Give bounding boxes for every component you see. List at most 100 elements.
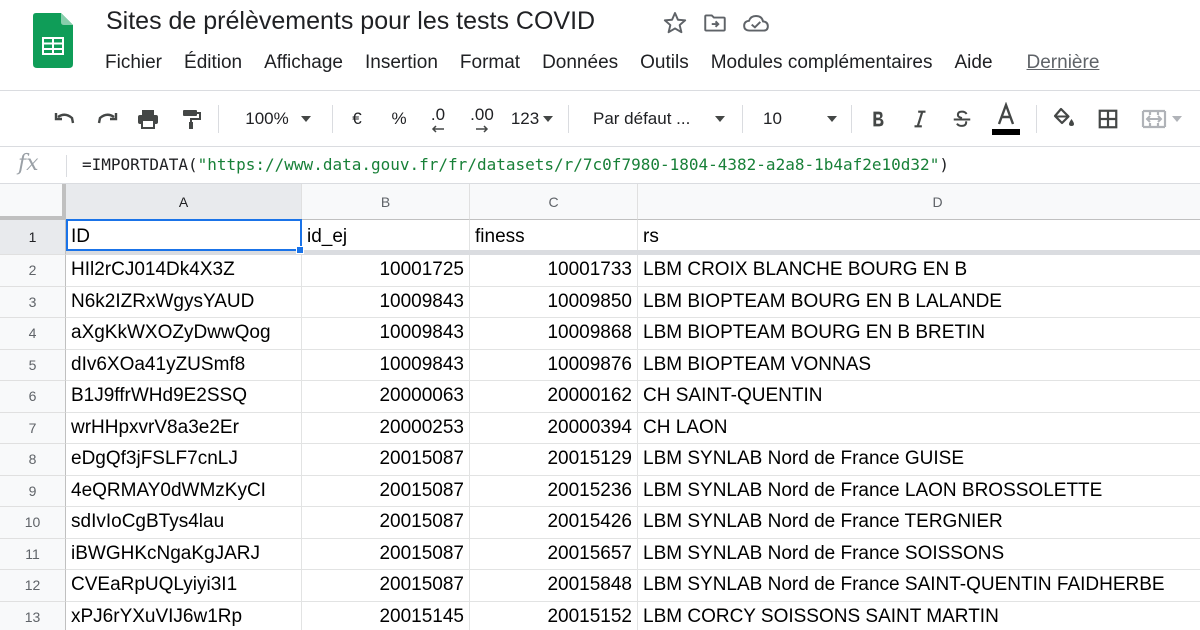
borders-button[interactable] bbox=[1092, 91, 1124, 147]
cell-a3[interactable]: N6k2IZRxWgysYAUD bbox=[66, 286, 302, 318]
cell-c4[interactable]: 10009868 bbox=[470, 318, 638, 350]
cell-a8[interactable]: eDgQf3jFSLF7cnLJ bbox=[66, 444, 302, 476]
cell-b9[interactable]: 20015087 bbox=[302, 475, 470, 507]
row-header-9[interactable]: 9 bbox=[0, 475, 66, 507]
row-header-5[interactable]: 5 bbox=[0, 349, 66, 381]
cell-a10[interactable]: sdIvIoCgBTys4lau bbox=[66, 507, 302, 539]
cell-b6[interactable]: 20000063 bbox=[302, 381, 470, 413]
column-header-d[interactable]: D bbox=[638, 184, 1200, 220]
row-header-13[interactable]: 13 bbox=[0, 601, 66, 630]
cell-c13[interactable]: 20015152 bbox=[470, 601, 638, 630]
decrease-decimals-button[interactable]: .0 bbox=[423, 91, 453, 147]
column-header-c[interactable]: C bbox=[470, 184, 638, 220]
menu-aide[interactable]: Aide bbox=[954, 52, 992, 74]
spreadsheet-grid[interactable]: A B C D 1 ID id_ej finess rs 2 HIl2rCJ014Dk4X3Z 100… bbox=[0, 184, 1200, 630]
star-icon[interactable] bbox=[662, 10, 688, 36]
menu-outils[interactable]: Outils bbox=[640, 52, 689, 74]
cell-d12[interactable]: LBM SYNLAB Nord de France SAINT-QUENTIN … bbox=[638, 570, 1200, 602]
last-edit-link[interactable]: Dernière bbox=[1027, 52, 1100, 74]
cell-d13[interactable]: LBM CORCY SOISSONS SAINT MARTIN bbox=[638, 602, 1200, 630]
cell-a6[interactable]: B1J9ffrWHd9E2SSQ bbox=[66, 381, 302, 413]
document-title[interactable]: Sites de prélèvements pour les tests COV… bbox=[106, 7, 595, 36]
currency-format-button[interactable]: € bbox=[342, 91, 372, 147]
cell-a5[interactable]: dIv6XOa41yZUSmf8 bbox=[66, 349, 302, 381]
cell-d3[interactable]: LBM BIOPTEAM BOURG EN B LALANDE bbox=[638, 287, 1200, 318]
row-header-4[interactable]: 4 bbox=[0, 318, 66, 350]
cell-b7[interactable]: 20000253 bbox=[302, 412, 470, 444]
more-formats-select[interactable]: 123 bbox=[506, 91, 558, 147]
menu-edition[interactable]: Édition bbox=[184, 52, 242, 74]
cell-b3[interactable]: 10009843 bbox=[302, 286, 470, 318]
menu-fichier[interactable]: Fichier bbox=[105, 52, 162, 74]
row-header-3[interactable]: 3 bbox=[0, 286, 66, 318]
column-header-b[interactable]: B bbox=[302, 184, 470, 220]
cell-a11[interactable]: iBWGHKcNgaKgJARJ bbox=[66, 538, 302, 570]
cell-c8[interactable]: 20015129 bbox=[470, 444, 638, 476]
cell-d9[interactable]: LBM SYNLAB Nord de France LAON BROSSOLET… bbox=[638, 476, 1200, 507]
print-button[interactable] bbox=[131, 91, 165, 147]
row-header-6[interactable]: 6 bbox=[0, 381, 66, 413]
cell-b12[interactable]: 20015087 bbox=[302, 570, 470, 602]
cell-d11[interactable]: LBM SYNLAB Nord de France SOISSONS bbox=[638, 539, 1200, 570]
cell-d8[interactable]: LBM SYNLAB Nord de France GUISE bbox=[638, 444, 1200, 476]
menu-modules[interactable]: Modules complémentaires bbox=[711, 52, 933, 74]
row-header-8[interactable]: 8 bbox=[0, 444, 66, 476]
cell-a7[interactable]: wrHHpxvrV8a3e2Er bbox=[66, 412, 302, 444]
cell-c11[interactable]: 20015657 bbox=[470, 538, 638, 570]
increase-decimals-button[interactable]: .00 bbox=[464, 91, 500, 147]
frozen-row-divider[interactable] bbox=[66, 250, 1200, 255]
cell-a4[interactable]: aXgKkWXOZyDwwQog bbox=[66, 318, 302, 350]
column-header-a[interactable]: A bbox=[66, 184, 302, 220]
row-header-11[interactable]: 11 bbox=[0, 538, 66, 570]
paint-format-button[interactable] bbox=[174, 91, 208, 147]
cell-b13[interactable]: 20015145 bbox=[302, 601, 470, 630]
cell-c7[interactable]: 20000394 bbox=[470, 412, 638, 444]
fill-color-button[interactable] bbox=[1048, 91, 1080, 147]
cell-b4[interactable]: 10009843 bbox=[302, 318, 470, 350]
cell-d10[interactable]: LBM SYNLAB Nord de France TERGNIER bbox=[638, 507, 1200, 539]
italic-button[interactable] bbox=[904, 91, 936, 147]
row-header-10[interactable]: 10 bbox=[0, 507, 66, 539]
cell-a2[interactable]: HIl2rCJ014Dk4X3Z bbox=[66, 255, 302, 287]
formula-input[interactable]: =IMPORTDATA("https://www.data.gouv.fr/fr… bbox=[82, 155, 949, 174]
undo-button[interactable] bbox=[48, 91, 82, 147]
percent-format-button[interactable]: % bbox=[384, 91, 414, 147]
cell-b10[interactable]: 20015087 bbox=[302, 507, 470, 539]
cell-d5[interactable]: LBM BIOPTEAM VONNAS bbox=[638, 350, 1200, 381]
cell-d6[interactable]: CH SAINT-QUENTIN bbox=[638, 381, 1200, 413]
menu-affichage[interactable]: Affichage bbox=[264, 52, 343, 74]
row-header-12[interactable]: 12 bbox=[0, 570, 66, 602]
select-all-corner[interactable] bbox=[0, 184, 66, 220]
menu-insertion[interactable]: Insertion bbox=[365, 52, 438, 74]
cell-d7[interactable]: CH LAON bbox=[638, 413, 1200, 444]
strikethrough-button[interactable] bbox=[946, 91, 978, 147]
move-folder-icon[interactable] bbox=[702, 10, 728, 36]
cell-b11[interactable]: 20015087 bbox=[302, 538, 470, 570]
menu-format[interactable]: Format bbox=[460, 52, 520, 74]
cell-b5[interactable]: 10009843 bbox=[302, 349, 470, 381]
cell-a12[interactable]: CVEaRpUQLyiyi3I1 bbox=[66, 570, 302, 602]
redo-button[interactable] bbox=[90, 91, 124, 147]
cell-c10[interactable]: 20015426 bbox=[470, 507, 638, 539]
cell-b2[interactable]: 10001725 bbox=[302, 255, 470, 287]
font-size-select[interactable]: 10 bbox=[755, 91, 841, 147]
cell-c12[interactable]: 20015848 bbox=[470, 570, 638, 602]
cell-c2[interactable]: 10001733 bbox=[470, 255, 638, 287]
google-sheets-logo-icon[interactable] bbox=[33, 13, 73, 68]
cell-d4[interactable]: LBM BIOPTEAM BOURG EN B BRETIN bbox=[638, 318, 1200, 350]
menu-donnees[interactable]: Données bbox=[542, 52, 618, 74]
cell-a9[interactable]: 4eQRMAY0dWMzKyCI bbox=[66, 475, 302, 507]
cell-b8[interactable]: 20015087 bbox=[302, 444, 470, 476]
cell-d2[interactable]: LBM CROIX BLANCHE BOURG EN B bbox=[638, 255, 1200, 287]
cell-c6[interactable]: 20000162 bbox=[470, 381, 638, 413]
row-header-1[interactable]: 1 bbox=[0, 220, 66, 255]
zoom-select[interactable]: 100% bbox=[232, 91, 324, 147]
fill-handle[interactable] bbox=[296, 246, 304, 254]
cloud-status-icon[interactable] bbox=[742, 10, 770, 36]
row-header-2[interactable]: 2 bbox=[0, 255, 66, 287]
cell-c5[interactable]: 10009876 bbox=[470, 349, 638, 381]
cell-a13[interactable]: xPJ6rYXuVIJ6w1Rp bbox=[66, 601, 302, 630]
text-color-button[interactable] bbox=[988, 91, 1024, 147]
bold-button[interactable] bbox=[862, 91, 894, 147]
font-family-select[interactable]: Par défaut ... bbox=[585, 91, 731, 147]
